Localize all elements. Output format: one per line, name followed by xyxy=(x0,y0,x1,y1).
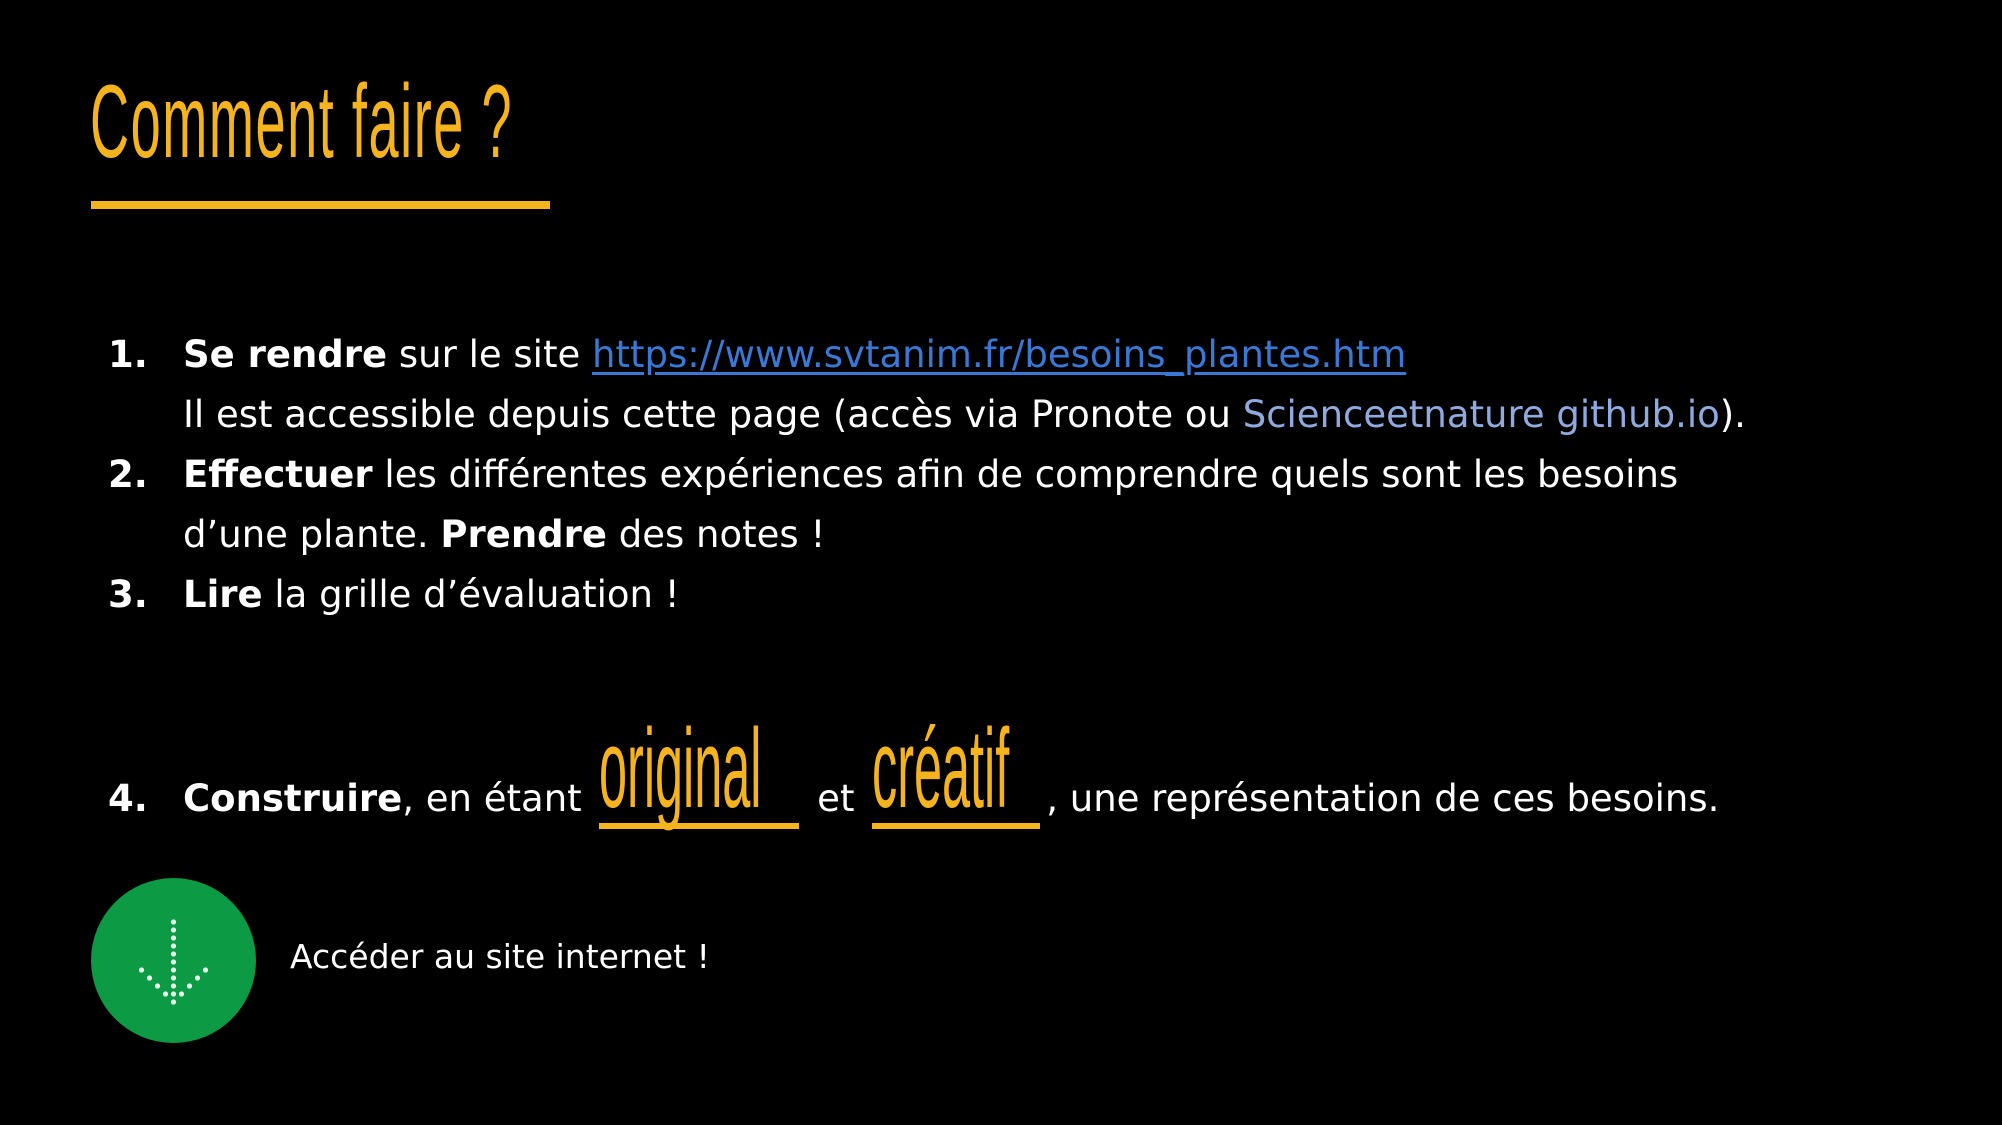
arrow-down-icon xyxy=(138,919,209,1005)
highlight-underline xyxy=(872,823,1041,829)
step-verb: Effectuer xyxy=(183,453,373,496)
highlight-word-original: original xyxy=(599,713,800,829)
step-1-line-1: Se rendre sur le site https://www.svtani… xyxy=(183,325,1988,385)
highlight-word-text: créatif xyxy=(872,706,1010,831)
step-number: 3. xyxy=(108,573,148,616)
step-number: 2. xyxy=(108,453,148,496)
steps-list: 1. Se rendre sur le site https://www.svt… xyxy=(108,325,1988,829)
highlight-underline xyxy=(599,823,800,829)
step-text: , en étant xyxy=(402,777,594,820)
step-2-line-2: d’une plante. Prendre des notes ! xyxy=(183,505,1988,565)
step-number: 1. xyxy=(108,333,148,376)
step-4: 4. Construire, en étant original et créa… xyxy=(108,677,1988,829)
step-verb: Lire xyxy=(183,573,263,616)
access-site-label[interactable]: Accéder au site internet ! xyxy=(290,937,710,977)
step-number: 4. xyxy=(108,777,148,820)
step-text: d’une plante. xyxy=(183,513,441,556)
scienceetnature-link[interactable]: Scienceetnature github.io xyxy=(1243,393,1720,436)
step-text: , une représentation de ces besoins. xyxy=(1046,777,1720,820)
step-text: et xyxy=(805,777,867,820)
step-1-line-2: Il est accessible depuis cette page (acc… xyxy=(183,385,1988,445)
step-verb: Se rendre xyxy=(183,333,388,376)
step-3: 3. Lire la grille d’évaluation ! xyxy=(108,565,1988,625)
step-verb: Construire xyxy=(183,777,403,820)
step-text: les différentes expériences afin de comp… xyxy=(372,453,1679,496)
title-underline xyxy=(91,201,550,209)
highlight-word-creatif: créatif xyxy=(872,713,1041,829)
step-text: la grille d’évaluation ! xyxy=(262,573,680,616)
step-1: 1. Se rendre sur le site https://www.svt… xyxy=(108,325,1988,445)
slide-title: Comment faire ? xyxy=(90,64,514,180)
step-2: 2. Effectuer les différentes expériences… xyxy=(108,445,1988,565)
site-link[interactable]: https://www.svtanim.fr/besoins_plantes.h… xyxy=(592,333,1406,376)
step-text: ). xyxy=(1719,393,1746,436)
step-4-line-1: Construire, en étant original et créatif… xyxy=(183,713,1720,829)
step-text: sur le site xyxy=(387,333,592,376)
step-2-line-1: Effectuer les différentes expériences af… xyxy=(183,445,1988,505)
step-3-line-1: Lire la grille d’évaluation ! xyxy=(183,565,1988,625)
step-text: Il est accessible depuis cette page (acc… xyxy=(183,393,1243,436)
step-text: des notes ! xyxy=(607,513,826,556)
access-site-button[interactable] xyxy=(91,878,256,1043)
step-verb: Prendre xyxy=(440,513,607,556)
highlight-word-text: original xyxy=(599,706,762,831)
